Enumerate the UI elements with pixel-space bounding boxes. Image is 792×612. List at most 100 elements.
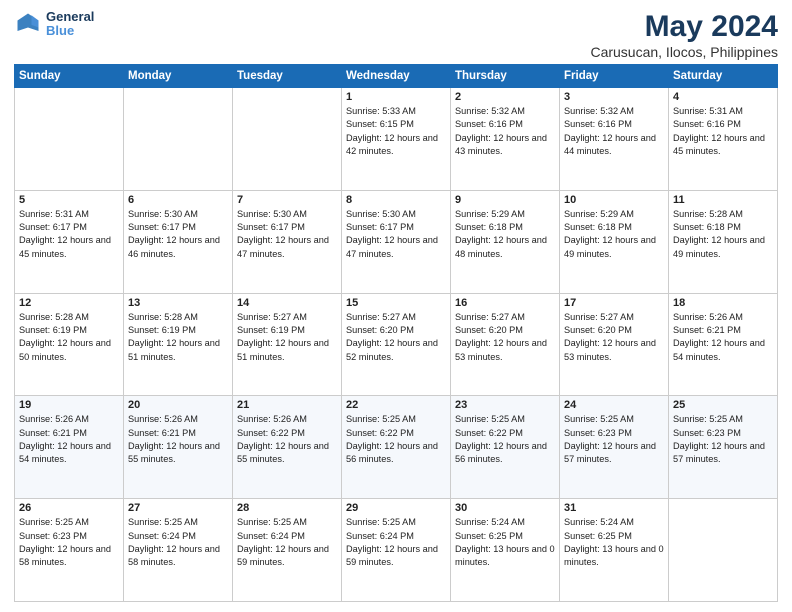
cell-daylight-text: Sunrise: 5:24 AM Sunset: 6:25 PM Dayligh… (455, 516, 555, 569)
calendar-cell: 31 Sunrise: 5:24 AM Sunset: 6:25 PM Dayli… (560, 499, 669, 602)
calendar-cell: 29Sunrise: 5:25 AM Sunset: 6:24 PM Dayli… (342, 499, 451, 602)
cell-daylight-text: Sunrise: 5:28 AM Sunset: 6:19 PM Dayligh… (128, 311, 228, 364)
cell-daylight-text: Sunrise: 5:29 AM Sunset: 6:18 PM Dayligh… (455, 208, 555, 261)
day-number: 8 (346, 194, 446, 206)
calendar-cell: 21Sunrise: 5:26 AM Sunset: 6:22 PM Dayli… (233, 396, 342, 499)
main-title: May 2024 (590, 10, 778, 44)
cell-daylight-text: Sunrise: 5:27 AM Sunset: 6:20 PM Dayligh… (455, 311, 555, 364)
day-number: 9 (455, 194, 555, 206)
cell-daylight-text: Sunrise: 5:32 AM Sunset: 6:16 PM Dayligh… (455, 105, 555, 158)
cell-daylight-text: Sunrise: 5:30 AM Sunset: 6:17 PM Dayligh… (346, 208, 446, 261)
title-block: May 2024 Carusucan, Ilocos, Philippines (590, 10, 778, 60)
day-number: 12 (19, 297, 119, 309)
day-number: 21 (237, 399, 337, 411)
cell-daylight-text: Sunrise: 5:25 AM Sunset: 6:22 PM Dayligh… (455, 413, 555, 466)
cell-daylight-text: Sunrise: 5:25 AM Sunset: 6:24 PM Dayligh… (128, 516, 228, 569)
calendar-cell: 25 Sunrise: 5:25 AM Sunset: 6:23 PM Dayli… (669, 396, 778, 499)
cell-daylight-text: Sunrise: 5:24 AM Sunset: 6:25 PM Dayligh… (564, 516, 664, 569)
day-number: 24 (564, 399, 664, 411)
cell-daylight-text: Sunrise: 5:26 AM Sunset: 6:21 PM Dayligh… (19, 413, 119, 466)
logo: General Blue (14, 10, 94, 39)
day-number: 23 (455, 399, 555, 411)
day-number: 20 (128, 399, 228, 411)
weekday-header-monday: Monday (124, 65, 233, 88)
cell-daylight-text: Sunrise: 5:32 AM Sunset: 6:16 PM Dayligh… (564, 105, 664, 158)
weekday-header-tuesday: Tuesday (233, 65, 342, 88)
day-number: 16 (455, 297, 555, 309)
calendar-week-3: 12 Sunrise: 5:28 AM Sunset: 6:19 PM Dayli… (15, 293, 778, 396)
header: General Blue May 2024 Carusucan, Ilocos,… (14, 10, 778, 60)
cell-daylight-text: Sunrise: 5:25 AM Sunset: 6:23 PM Dayligh… (564, 413, 664, 466)
cell-daylight-text: Sunrise: 5:29 AM Sunset: 6:18 PM Dayligh… (564, 208, 664, 261)
cell-daylight-text: Sunrise: 5:26 AM Sunset: 6:21 PM Dayligh… (673, 311, 773, 364)
day-number: 6 (128, 194, 228, 206)
weekday-header-row: SundayMondayTuesdayWednesdayThursdayFrid… (15, 65, 778, 88)
calendar-cell: 28 Sunrise: 5:25 AM Sunset: 6:24 PM Dayli… (233, 499, 342, 602)
cell-daylight-text: Sunrise: 5:27 AM Sunset: 6:20 PM Dayligh… (346, 311, 446, 364)
calendar-cell: 10Sunrise: 5:29 AM Sunset: 6:18 PM Dayli… (560, 190, 669, 293)
cell-daylight-text: Sunrise: 5:31 AM Sunset: 6:16 PM Dayligh… (673, 105, 773, 158)
calendar-week-1: 1 Sunrise: 5:33 AM Sunset: 6:15 PM Daylig… (15, 88, 778, 191)
day-number: 7 (237, 194, 337, 206)
cell-daylight-text: Sunrise: 5:30 AM Sunset: 6:17 PM Dayligh… (128, 208, 228, 261)
cell-daylight-text: Sunrise: 5:25 AM Sunset: 6:23 PM Dayligh… (673, 413, 773, 466)
calendar-cell: 3 Sunrise: 5:32 AM Sunset: 6:16 PM Daylig… (560, 88, 669, 191)
calendar-cell: 8 Sunrise: 5:30 AM Sunset: 6:17 PM Daylig… (342, 190, 451, 293)
calendar-cell: 16 Sunrise: 5:27 AM Sunset: 6:20 PM Dayli… (451, 293, 560, 396)
weekday-header-wednesday: Wednesday (342, 65, 451, 88)
day-number: 3 (564, 91, 664, 103)
cell-daylight-text: Sunrise: 5:28 AM Sunset: 6:19 PM Dayligh… (19, 311, 119, 364)
calendar-cell: 18 Sunrise: 5:26 AM Sunset: 6:21 PM Dayli… (669, 293, 778, 396)
cell-daylight-text: Sunrise: 5:33 AM Sunset: 6:15 PM Dayligh… (346, 105, 446, 158)
day-number: 1 (346, 91, 446, 103)
calendar-cell: 17Sunrise: 5:27 AM Sunset: 6:20 PM Dayli… (560, 293, 669, 396)
day-number: 25 (673, 399, 773, 411)
calendar-cell: 6 Sunrise: 5:30 AM Sunset: 6:17 PM Daylig… (124, 190, 233, 293)
calendar-week-5: 26Sunrise: 5:25 AM Sunset: 6:23 PM Dayli… (15, 499, 778, 602)
day-number: 27 (128, 502, 228, 514)
day-number: 19 (19, 399, 119, 411)
cell-daylight-text: Sunrise: 5:25 AM Sunset: 6:24 PM Dayligh… (237, 516, 337, 569)
calendar-cell: 27 Sunrise: 5:25 AM Sunset: 6:24 PM Dayli… (124, 499, 233, 602)
calendar-cell: 14Sunrise: 5:27 AM Sunset: 6:19 PM Dayli… (233, 293, 342, 396)
day-number: 4 (673, 91, 773, 103)
logo-text: General Blue (46, 10, 94, 39)
day-number: 22 (346, 399, 446, 411)
day-number: 5 (19, 194, 119, 206)
calendar-cell: 5 Sunrise: 5:31 AM Sunset: 6:17 PM Daylig… (15, 190, 124, 293)
calendar-cell: 26Sunrise: 5:25 AM Sunset: 6:23 PM Dayli… (15, 499, 124, 602)
cell-daylight-text: Sunrise: 5:28 AM Sunset: 6:18 PM Dayligh… (673, 208, 773, 261)
calendar-cell: 23 Sunrise: 5:25 AM Sunset: 6:22 PM Dayli… (451, 396, 560, 499)
calendar-cell: 22Sunrise: 5:25 AM Sunset: 6:22 PM Dayli… (342, 396, 451, 499)
cell-daylight-text: Sunrise: 5:30 AM Sunset: 6:17 PM Dayligh… (237, 208, 337, 261)
day-number: 2 (455, 91, 555, 103)
day-number: 18 (673, 297, 773, 309)
cell-daylight-text: Sunrise: 5:27 AM Sunset: 6:20 PM Dayligh… (564, 311, 664, 364)
calendar-cell: 7 Sunrise: 5:30 AM Sunset: 6:17 PM Daylig… (233, 190, 342, 293)
cell-daylight-text: Sunrise: 5:26 AM Sunset: 6:21 PM Dayligh… (128, 413, 228, 466)
day-number: 26 (19, 502, 119, 514)
cell-daylight-text: Sunrise: 5:31 AM Sunset: 6:17 PM Dayligh… (19, 208, 119, 261)
weekday-header-thursday: Thursday (451, 65, 560, 88)
calendar-cell: 4 Sunrise: 5:31 AM Sunset: 6:16 PM Daylig… (669, 88, 778, 191)
day-number: 28 (237, 502, 337, 514)
calendar-cell: 1 Sunrise: 5:33 AM Sunset: 6:15 PM Daylig… (342, 88, 451, 191)
calendar: SundayMondayTuesdayWednesdayThursdayFrid… (14, 64, 778, 602)
day-number: 11 (673, 194, 773, 206)
cell-daylight-text: Sunrise: 5:27 AM Sunset: 6:19 PM Dayligh… (237, 311, 337, 364)
calendar-cell: 15 Sunrise: 5:27 AM Sunset: 6:20 PM Dayli… (342, 293, 451, 396)
day-number: 29 (346, 502, 446, 514)
weekday-header-sunday: Sunday (15, 65, 124, 88)
calendar-cell: 13Sunrise: 5:28 AM Sunset: 6:19 PM Dayli… (124, 293, 233, 396)
weekday-header-friday: Friday (560, 65, 669, 88)
day-number: 31 (564, 502, 664, 514)
page: General Blue May 2024 Carusucan, Ilocos,… (0, 0, 792, 612)
calendar-cell: 30Sunrise: 5:24 AM Sunset: 6:25 PM Dayli… (451, 499, 560, 602)
calendar-cell (669, 499, 778, 602)
calendar-cell (233, 88, 342, 191)
calendar-cell: 20 Sunrise: 5:26 AM Sunset: 6:21 PM Dayli… (124, 396, 233, 499)
calendar-week-2: 5 Sunrise: 5:31 AM Sunset: 6:17 PM Daylig… (15, 190, 778, 293)
day-number: 15 (346, 297, 446, 309)
calendar-cell: 12 Sunrise: 5:28 AM Sunset: 6:19 PM Dayli… (15, 293, 124, 396)
calendar-cell: 24 Sunrise: 5:25 AM Sunset: 6:23 PM Dayli… (560, 396, 669, 499)
